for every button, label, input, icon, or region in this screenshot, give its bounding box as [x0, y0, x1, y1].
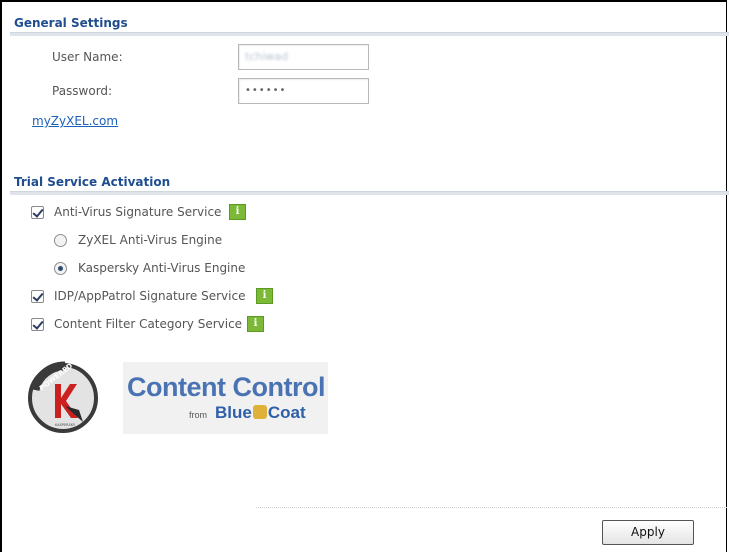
bluecoat-brand-part-1: Blue: [215, 403, 252, 422]
user-name-value: tchiwad: [245, 50, 289, 63]
idp-apppatrol-label: IDP/AppPatrol Signature Service: [54, 289, 246, 303]
anti-virus-checkbox[interactable]: [31, 206, 44, 219]
user-name-label: User Name:: [52, 50, 123, 64]
kaspersky-engine-radio[interactable]: [54, 262, 67, 275]
kaspersky-logo: POWERED BY KASPERSKY: [28, 360, 98, 433]
bluecoat-emblem-icon: [252, 405, 267, 419]
bluecoat-wordmark: Blue Coat: [215, 403, 306, 423]
password-value: ••••••: [245, 85, 287, 96]
content-filter-checkbox[interactable]: [31, 318, 44, 331]
password-input[interactable]: ••••••: [238, 78, 369, 104]
info-icon[interactable]: i: [229, 204, 246, 220]
kaspersky-small-text: KASPERSKY: [55, 423, 76, 427]
user-name-input[interactable]: tchiwad: [238, 44, 369, 70]
zyxel-engine-label: ZyXEL Anti-Virus Engine: [78, 233, 223, 247]
info-icon[interactable]: i: [256, 288, 273, 304]
password-label: Password:: [52, 84, 113, 98]
anti-virus-label: Anti-Virus Signature Service: [54, 205, 222, 219]
idp-apppatrol-checkbox[interactable]: [31, 290, 44, 303]
footer-divider: [256, 507, 727, 509]
general-settings-title: General Settings: [14, 16, 128, 30]
zyxel-engine-radio[interactable]: [54, 234, 67, 247]
service-logos: POWERED BY KASPERSKY Content Control fro…: [25, 360, 335, 434]
section-divider: [10, 191, 729, 195]
apply-button[interactable]: Apply: [602, 520, 694, 545]
content-filter-label: Content Filter Category Service: [54, 317, 243, 331]
content-control-title: Content Control: [127, 372, 325, 402]
myzyxel-link[interactable]: myZyXEL.com: [32, 114, 118, 128]
section-divider: [10, 32, 729, 36]
trial-service-title: Trial Service Activation: [14, 175, 171, 189]
kaspersky-engine-label: Kaspersky Anti-Virus Engine: [78, 261, 246, 275]
info-icon[interactable]: i: [247, 316, 264, 332]
bluecoat-brand-part-2: Coat: [267, 403, 306, 422]
content-control-from: from: [189, 410, 207, 420]
